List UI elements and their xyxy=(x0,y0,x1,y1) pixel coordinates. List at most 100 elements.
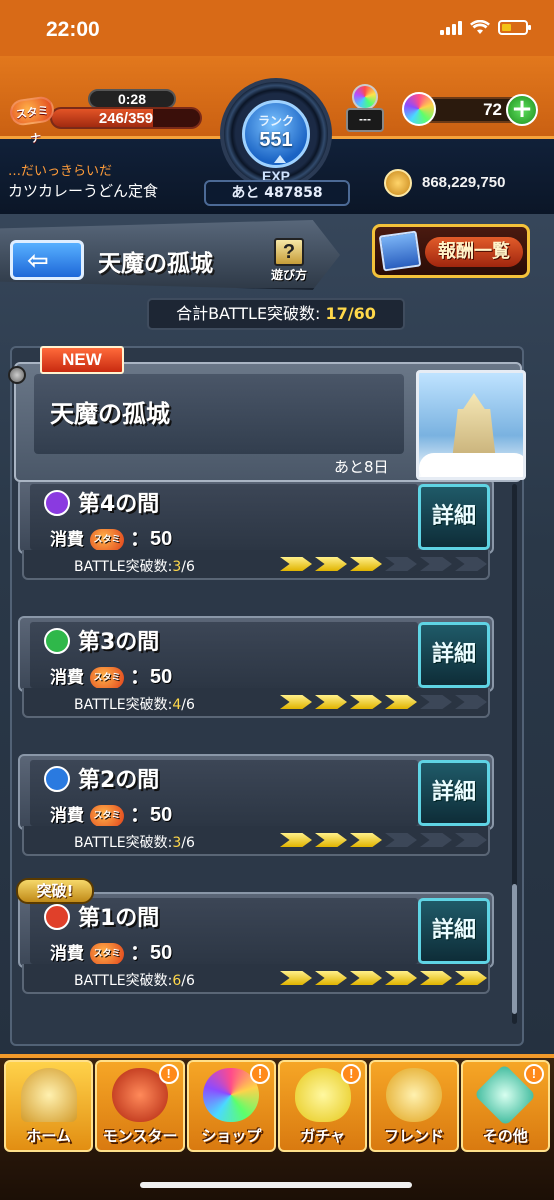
nav-home[interactable]: ホーム xyxy=(4,1060,94,1152)
user-name: カツカレーうどん定食 xyxy=(8,182,159,200)
cost-label: 消費 xyxy=(50,668,84,688)
stamina-icon: スタミナ xyxy=(90,943,124,981)
quest-panel: ⇦ 天魔の孤城 ? 遊び方 報酬一覧 合計BATTLE突破数: 17/60 第4… xyxy=(0,214,554,1054)
total-battle-label: 合計BATTLE突破数: xyxy=(176,304,321,323)
nav-gacha-label: ガチャ xyxy=(300,1127,346,1145)
pin-icon xyxy=(8,366,26,384)
progress-chevron-icon xyxy=(350,833,382,847)
friend-icon xyxy=(385,1068,442,1122)
featured-remaining: あと8日 xyxy=(334,458,389,476)
stage-card-2[interactable]: 第2の間 消費スタミナ ：50 詳細 BATTLE突破数:3/6 xyxy=(18,754,494,856)
title-bar: ⇦ 天魔の孤城 ? 遊び方 xyxy=(0,220,340,290)
cost-value: ：50 xyxy=(130,804,173,826)
cost-label: 消費 xyxy=(50,806,84,826)
progress-chevron-icon xyxy=(315,557,347,571)
stage-card-1[interactable]: 第1の間 消費スタミナ ：50 詳細 BATTLE突破数:6/6 突破! xyxy=(16,878,494,994)
progress-chevron-icon xyxy=(280,557,312,571)
user-title: …だいっきらいだ xyxy=(8,164,113,179)
total-battle-counter: 合計BATTLE突破数: 17/60 xyxy=(147,298,405,330)
element-icon xyxy=(44,904,70,930)
nav-monster[interactable]: モンスター ! xyxy=(95,1060,185,1152)
nav-bar: ホーム モンスター ! ショップ ! ガチャ ! フレンド その他 ! xyxy=(4,1060,550,1152)
featured-dungeon[interactable]: 天魔の孤城 あと8日 NEW xyxy=(8,346,526,486)
battle-progress: BATTLE突破数:4/6 xyxy=(22,688,490,718)
page-title: 天魔の孤城 xyxy=(98,251,213,277)
battle-cleared: 4 xyxy=(172,697,182,713)
detail-button[interactable]: 詳細 xyxy=(418,760,490,826)
progress-chevron-icon xyxy=(455,695,487,709)
nav-shop[interactable]: ショップ ! xyxy=(186,1060,276,1152)
alert-icon: ! xyxy=(341,1064,362,1084)
nav-friend[interactable]: フレンド xyxy=(369,1060,459,1152)
how-to-play-button[interactable]: ? 遊び方 xyxy=(268,238,310,284)
rainbow-ball-icon xyxy=(352,84,378,110)
battle-progress: BATTLE突破数:3/6 xyxy=(22,550,490,580)
scrollbar[interactable] xyxy=(512,484,517,1024)
home-icon xyxy=(20,1068,77,1122)
progress-chevron-icon xyxy=(455,557,487,571)
progress-chevron-icon xyxy=(315,695,347,709)
progress-chevron-icon xyxy=(420,971,452,985)
nav-gacha[interactable]: ガチャ ! xyxy=(277,1060,368,1152)
stage-card-inner: 第4の間 消費スタミナ ：50 xyxy=(30,484,418,567)
stage-title: 第1の間 xyxy=(78,906,160,931)
battle-label: BATTLE突破数: xyxy=(74,697,173,713)
stage-card-4[interactable]: 第4の間 消費スタミナ ：50 詳細 BATTLE突破数:3/6 xyxy=(18,478,494,580)
scrollbar-thumb[interactable] xyxy=(512,884,517,1014)
battle-progress-label: BATTLE突破数:6/6 xyxy=(74,970,195,990)
stamina-value: 246/359 xyxy=(98,110,154,127)
home-indicator[interactable] xyxy=(140,1182,412,1188)
reward-book-icon xyxy=(378,230,422,272)
battle-progress-label: BATTLE突破数:4/6 xyxy=(74,694,195,714)
back-button[interactable]: ⇦ xyxy=(10,240,84,280)
cloud-icon xyxy=(419,453,523,477)
progress-chevrons xyxy=(280,971,487,985)
progress-chevron-icon xyxy=(455,971,487,985)
cellular-signal-icon xyxy=(440,20,462,35)
detail-button[interactable]: 詳細 xyxy=(418,484,490,550)
nav-other[interactable]: その他 ! xyxy=(460,1060,550,1152)
detail-button[interactable]: 詳細 xyxy=(418,622,490,688)
cost-value: ：50 xyxy=(130,942,173,964)
add-orb-button[interactable]: + xyxy=(506,94,538,126)
coin-count: 868,229,750 xyxy=(422,174,506,191)
rank-up-arrow-icon xyxy=(274,155,286,163)
progress-chevron-icon xyxy=(315,833,347,847)
cleared-badge: 突破! xyxy=(16,878,94,904)
battle-total: /6 xyxy=(181,835,195,851)
progress-chevron-icon xyxy=(385,695,417,709)
status-icons xyxy=(440,20,531,35)
reward-list-button[interactable]: 報酬一覧 xyxy=(372,224,530,278)
element-icon xyxy=(44,628,70,654)
stage-cost: 消費スタミナ ：50 xyxy=(50,798,173,843)
stamina-icon: スタミナ xyxy=(90,529,124,567)
item-counter[interactable]: --- xyxy=(346,84,384,134)
progress-chevron-icon xyxy=(385,557,417,571)
stage-card-body: 第2の間 消費スタミナ ：50 詳細 xyxy=(18,754,494,843)
featured-title: 天魔の孤城 xyxy=(50,400,170,428)
battle-progress: BATTLE突破数:6/6 xyxy=(22,964,490,994)
stage-card-body: 第3の間 消費スタミナ ：50 詳細 xyxy=(18,616,494,705)
total-battle-value: 17/60 xyxy=(325,304,376,323)
cost-label: 消費 xyxy=(50,530,84,550)
cost-value: ：50 xyxy=(130,666,173,688)
detail-button[interactable]: 詳細 xyxy=(418,898,490,964)
new-badge: NEW xyxy=(40,346,124,374)
progress-chevron-icon xyxy=(350,971,382,985)
stage-card-3[interactable]: 第3の間 消費スタミナ ：50 詳細 BATTLE突破数:4/6 xyxy=(18,616,494,718)
progress-chevron-icon xyxy=(420,557,452,571)
battle-label: BATTLE突破数: xyxy=(74,973,173,989)
stage-card-inner: 第2の間 消費スタミナ ：50 xyxy=(30,760,418,843)
rank-value: 551 xyxy=(259,129,293,151)
stamina-gauge[interactable]: 0:28 246/359 スタミナ xyxy=(8,89,202,145)
progress-chevron-icon xyxy=(455,833,487,847)
castle-image xyxy=(416,370,526,480)
progress-chevron-icon xyxy=(315,971,347,985)
battle-cleared: 3 xyxy=(172,559,182,575)
orb-icon xyxy=(402,92,436,126)
wifi-icon xyxy=(470,20,490,34)
nav-other-label: その他 xyxy=(482,1127,528,1145)
status-bar: 22:00 xyxy=(0,0,554,56)
progress-chevron-icon xyxy=(350,695,382,709)
progress-chevron-icon xyxy=(350,557,382,571)
